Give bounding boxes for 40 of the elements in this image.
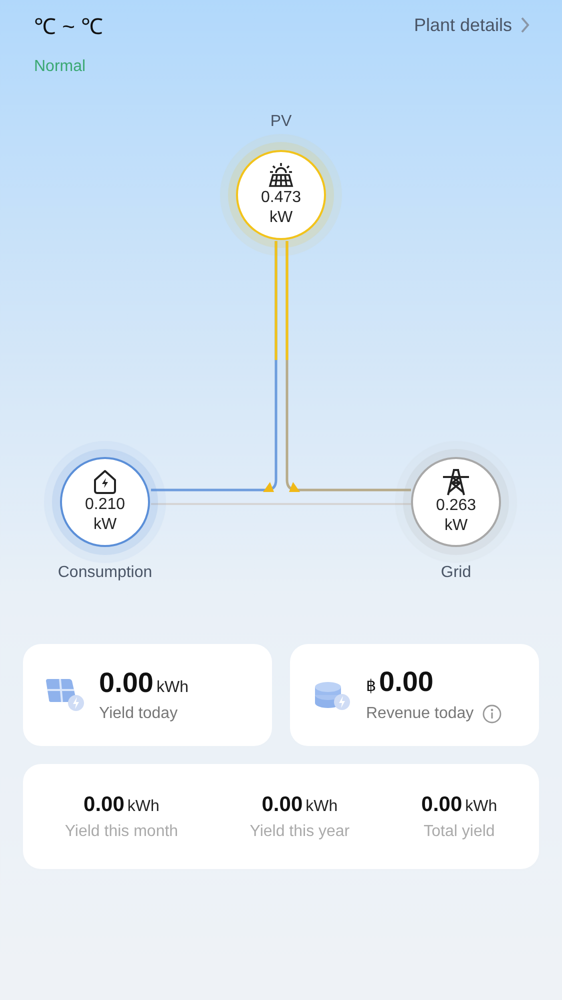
node-label: Consumption (56, 564, 154, 582)
power-value: 0.263 (436, 496, 476, 516)
metric-value: 0.00 (379, 666, 434, 698)
currency-symbol: ฿ (366, 677, 376, 696)
summary-card[interactable]: ฿0.00 Revenue today (290, 644, 539, 746)
node-label: Grid (440, 564, 472, 582)
metric-value: 0.00 (262, 792, 303, 816)
plant-details-link[interactable]: Plant details (414, 14, 530, 36)
power-unit: kW (269, 208, 293, 228)
status-text: Normal (34, 58, 86, 76)
metric-value: 0.00 (84, 792, 124, 816)
power-unit: kW (444, 516, 468, 536)
pylon-icon (442, 468, 470, 496)
metric-value: 0.00 (421, 792, 462, 816)
house-bolt-icon (92, 469, 118, 495)
chevron-icon (520, 16, 530, 34)
energy-node[interactable]: 0.263 kW (411, 457, 501, 547)
metric-label: Total yield (424, 822, 495, 840)
arrow-icon (289, 482, 300, 492)
arrow-icon (263, 482, 274, 492)
metric-unit: kWh (156, 679, 188, 697)
metric-value: 0.00 (99, 667, 154, 699)
temperature-range: ℃ ~ ℃ (34, 13, 104, 40)
metric-label: Yield this year (250, 822, 350, 840)
power-unit: kW (93, 515, 117, 535)
power-value: 0.210 (84, 495, 126, 515)
summary-card[interactable]: 0.00 kWh Yield today (23, 644, 272, 746)
metric-label: Yield today (99, 705, 178, 723)
energy-node[interactable]: 0.473 kW (236, 150, 326, 240)
power-value: 0.473 (260, 188, 302, 208)
metric-unit: kWh (306, 798, 338, 816)
metric-unit: kWh (465, 798, 498, 816)
metric-unit: kWh (127, 798, 160, 816)
metric-label: Revenue today (366, 705, 474, 723)
solar-panel-icon (267, 162, 295, 188)
energy-node[interactable]: 0.210 kW (60, 457, 150, 547)
info-icon[interactable] (482, 704, 502, 724)
node-label: PV (269, 113, 293, 131)
solar-panel-icon (43, 677, 87, 713)
metric-label: Yield this month (64, 822, 178, 840)
